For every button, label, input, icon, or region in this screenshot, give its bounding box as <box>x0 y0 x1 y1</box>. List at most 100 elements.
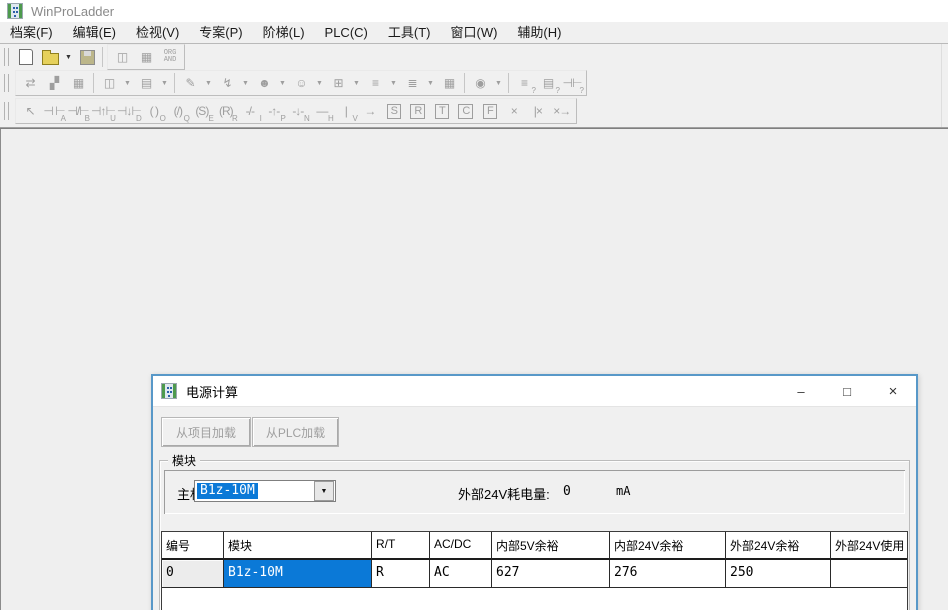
user-icon-dropdown[interactable]: ▼ <box>313 72 326 94</box>
edit-element-icon-dropdown[interactable]: ▼ <box>202 72 215 94</box>
maximize-button[interactable]: □ <box>824 376 870 406</box>
column-header-7: 外部24V使用 <box>831 532 908 560</box>
io-configuration-icon[interactable]: ▦ <box>66 72 90 94</box>
user-program-icon-dropdown[interactable]: ▼ <box>276 72 289 94</box>
toolbar2-handle[interactable] <box>4 74 9 92</box>
user-program-icon[interactable]: ☻ <box>252 72 276 94</box>
contact-open-icon[interactable]: ⊣ ⊢A <box>42 100 66 122</box>
toolbar1-handle[interactable] <box>4 48 9 66</box>
project-windows-icon-dropdown[interactable]: ▼ <box>121 72 134 94</box>
app-icon <box>7 3 23 19</box>
host-select[interactable]: B1z-10M ▼ <box>194 480 336 502</box>
find-icon[interactable]: ◉ <box>468 72 492 94</box>
menu-tools[interactable]: 工具(T) <box>378 22 441 43</box>
station-number-icon[interactable]: ⇄ <box>18 72 42 94</box>
vertical-link-icon[interactable]: |V <box>334 100 358 122</box>
host-select-value: B1z-10M <box>197 483 258 499</box>
dialog-titlebar[interactable]: 电源计算 – □ × <box>153 376 916 407</box>
external-24v-consumption-label: 外部24V耗电量: <box>458 484 550 503</box>
module-groupbox: 模块 主机: B1z-10M ▼ 外部24V耗电量: 0 mA 编号模块R/TA… <box>159 460 910 610</box>
winproladder-window: WinProLadder 档案(F)编辑(E)检视(V)专案(P)阶梯(L)PL… <box>0 0 948 610</box>
ladder-windows-icon[interactable]: ▤ <box>134 72 158 94</box>
save-project-icon[interactable] <box>75 46 99 68</box>
edit-element-icon[interactable]: ✎ <box>178 72 202 94</box>
menu-edit[interactable]: 编辑(E) <box>63 22 126 43</box>
menu-help[interactable]: 辅助(H) <box>507 22 571 43</box>
help-ladder-icon[interactable]: ▤? <box>536 72 560 94</box>
falling-pulse-icon[interactable]: -↓-N <box>286 100 310 122</box>
contact-falling-icon[interactable]: ⊣↓⊢D <box>116 100 142 122</box>
host-select-dropdown[interactable]: ▼ <box>314 481 334 501</box>
timer-instruction-icon[interactable]: T <box>430 100 454 122</box>
contact-rising-icon[interactable]: ⊣↑⊢U <box>90 100 116 122</box>
signal-status-icon[interactable]: ↯ <box>215 72 239 94</box>
delete-element-icon[interactable]: × <box>502 100 526 122</box>
toolbar-separator <box>464 73 465 93</box>
minimize-button[interactable]: – <box>778 376 824 406</box>
monitor-list-icon[interactable]: ≣ <box>400 72 424 94</box>
toolbar3-handle[interactable] <box>4 102 9 120</box>
menu-view[interactable]: 检视(V) <box>126 22 189 43</box>
menu-plc[interactable]: PLC(C) <box>315 22 378 43</box>
rising-pulse-icon[interactable]: -↑-P <box>262 100 286 122</box>
reset-instruction-icon[interactable]: R <box>406 100 430 122</box>
org-and-mnemonic-icon[interactable]: ORGAND <box>158 46 182 68</box>
toolbar-separator <box>102 47 103 67</box>
signal-status-icon-dropdown[interactable]: ▼ <box>239 72 252 94</box>
ladder-window-icon[interactable]: ◫ <box>110 46 134 68</box>
status-list-icon[interactable]: ≡ <box>363 72 387 94</box>
coil-reset-icon[interactable]: (R)R <box>214 100 238 122</box>
cell-r0c5[interactable]: 276 <box>610 560 726 588</box>
password-icon-dropdown[interactable]: ▼ <box>350 72 363 94</box>
horizontal-link-icon[interactable]: —H <box>310 100 334 122</box>
open-project-icon[interactable] <box>38 46 62 68</box>
help-contact-icon[interactable]: ⊣⊢? <box>560 72 584 94</box>
menu-file[interactable]: 档案(F) <box>0 22 63 43</box>
user-icon[interactable]: ☺ <box>289 72 313 94</box>
cell-r0c1[interactable]: B1z-10M <box>224 560 372 588</box>
delete-row-icon[interactable]: ×→ <box>550 100 574 122</box>
cell-r0c0[interactable]: 0 <box>162 560 224 588</box>
contact-closed-icon[interactable]: ⊣/⊢B <box>66 100 90 122</box>
cell-r0c4[interactable]: 627 <box>492 560 610 588</box>
monitor-list-icon-dropdown[interactable]: ▼ <box>424 72 437 94</box>
toolbar-separator <box>93 73 94 93</box>
help-list-icon[interactable]: ≡? <box>512 72 536 94</box>
new-project-icon[interactable] <box>14 46 38 68</box>
toolbar-separator <box>508 73 509 93</box>
module-groupbox-label: 模块 <box>168 452 200 469</box>
power-calculation-dialog: 电源计算 – □ × 从项目加载 从PLC加载 模块 主机: B1z-10M ▼ <box>151 374 918 610</box>
column-header-0: 编号 <box>162 532 224 560</box>
status-list-icon-dropdown[interactable]: ▼ <box>387 72 400 94</box>
step-instruction-icon[interactable]: S <box>382 100 406 122</box>
ladder-windows-icon-dropdown[interactable]: ▼ <box>158 72 171 94</box>
load-from-plc-button[interactable]: 从PLC加载 <box>252 417 339 447</box>
menu-window[interactable]: 窗口(W) <box>440 22 507 43</box>
project-windows-icon[interactable]: ◫ <box>97 72 121 94</box>
jump-icon[interactable]: → <box>358 100 382 122</box>
coil-inverse-icon[interactable]: (/)Q <box>166 100 190 122</box>
pointer-tool-icon[interactable]: ↖ <box>18 100 42 122</box>
function-instruction-icon[interactable]: F <box>478 100 502 122</box>
find-icon-dropdown[interactable]: ▼ <box>492 72 505 94</box>
open-project-dropdown[interactable]: ▼ <box>62 46 75 68</box>
menu-project[interactable]: 专案(P) <box>189 22 252 43</box>
cell-r0c6[interactable]: 250 <box>726 560 831 588</box>
close-button[interactable]: × <box>870 376 916 406</box>
coil-output-icon[interactable]: ( )O <box>142 100 166 122</box>
column-header-1: 模块 <box>224 532 372 560</box>
delete-vertical-icon[interactable]: |× <box>526 100 550 122</box>
comment-icon[interactable]: ▞ <box>42 72 66 94</box>
status-window-icon[interactable]: ▦ <box>134 46 158 68</box>
menu-ladder[interactable]: 阶梯(L) <box>253 22 315 43</box>
counter-instruction-icon[interactable]: C <box>454 100 478 122</box>
invert-icon[interactable]: -/-I <box>238 100 262 122</box>
power-table: 编号模块R/TAC/DC内部5V余裕内部24V余裕外部24V余裕外部24V使用 … <box>161 531 908 610</box>
password-icon[interactable]: ⊞ <box>326 72 350 94</box>
cell-r0c7[interactable] <box>831 560 908 588</box>
cell-r0c3[interactable]: AC <box>430 560 492 588</box>
cell-r0c2[interactable]: R <box>372 560 430 588</box>
syntax-check-icon[interactable]: ▦ <box>437 72 461 94</box>
load-from-project-button[interactable]: 从项目加载 <box>161 417 251 447</box>
coil-set-icon[interactable]: (S)E <box>190 100 214 122</box>
